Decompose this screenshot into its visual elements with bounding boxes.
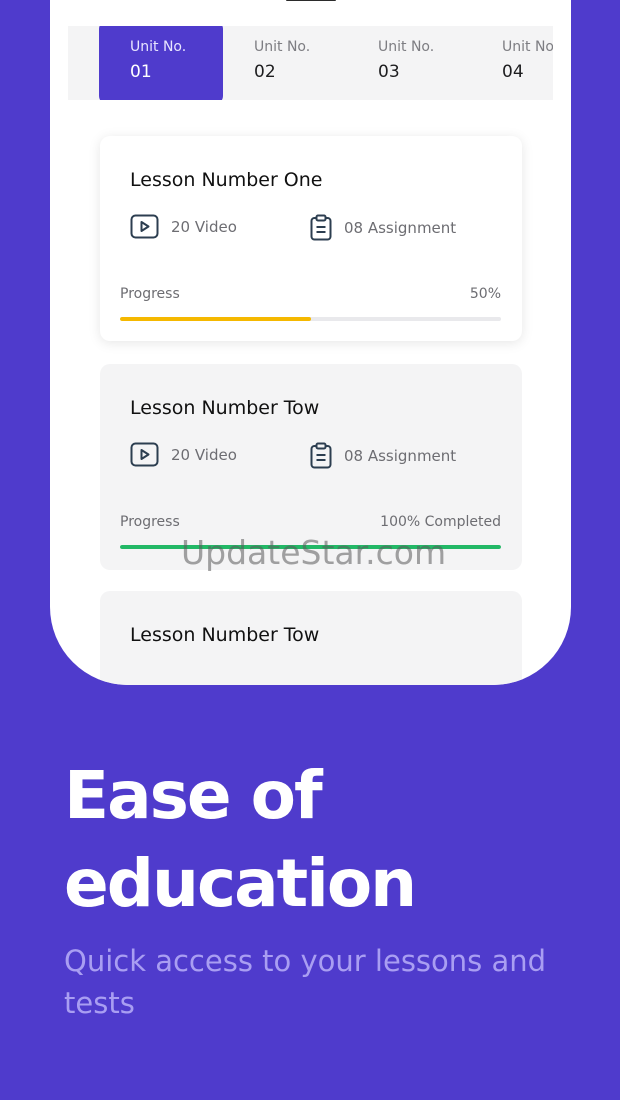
tab-unit-02[interactable]: Unit No. 02 <box>223 26 347 100</box>
unit-label: Unit No. <box>378 39 435 55</box>
promo-headline: Ease of education <box>64 752 417 928</box>
play-video-icon <box>130 214 159 239</box>
headline-line-2: education <box>64 845 417 922</box>
video-count: 20 Video <box>130 214 237 239</box>
assignment-count-text: 08 Assignment <box>344 446 457 465</box>
unit-number: 04 <box>502 62 524 82</box>
unit-number: 03 <box>378 62 400 82</box>
promo-subtitle: Quick access to your lessons and tests <box>64 944 547 1020</box>
watermark: UpdateStar.com <box>181 533 447 572</box>
unit-label: Unit No. <box>130 39 187 55</box>
progress-label: Progress <box>120 514 180 530</box>
assignment-count: 08 Assignment <box>310 442 456 469</box>
lesson-card-one[interactable]: Lesson Number One 20 Video 08 Assignment… <box>100 136 522 341</box>
unit-label: Unit No. <box>254 39 311 55</box>
clipboard-icon <box>310 442 332 469</box>
assignment-count-text: 08 Assignment <box>344 218 457 237</box>
progress-fill <box>120 317 311 321</box>
phone-mockup: Unit No. 01 Unit No. 02 Unit No. 03 Unit… <box>50 0 571 685</box>
progress-value: 100% Completed <box>380 514 501 530</box>
unit-label: Unit No. <box>502 39 553 55</box>
lesson-title: Lesson Number One <box>130 169 323 191</box>
headline-line-1: Ease of <box>64 757 323 834</box>
progress-value: 50% <box>469 286 501 302</box>
progress-track <box>120 317 501 321</box>
assignment-count: 08 Assignment <box>310 214 456 241</box>
unit-number: 01 <box>130 62 152 82</box>
video-count-text: 20 Video <box>171 217 237 236</box>
lesson-title: Lesson Number Tow <box>130 624 320 646</box>
top-handle-bar <box>286 0 336 1</box>
tab-unit-01[interactable]: Unit No. 01 <box>99 26 223 100</box>
unit-tabs: Unit No. 01 Unit No. 02 Unit No. 03 Unit… <box>68 26 553 100</box>
video-count-text: 20 Video <box>171 445 237 464</box>
play-video-icon <box>130 442 159 467</box>
unit-number: 02 <box>254 62 276 82</box>
lesson-title: Lesson Number Tow <box>130 397 320 419</box>
tab-unit-03[interactable]: Unit No. 03 <box>347 26 471 100</box>
progress-label: Progress <box>120 286 180 302</box>
tab-unit-04[interactable]: Unit No. 04 <box>471 26 553 100</box>
clipboard-icon <box>310 214 332 241</box>
lesson-card-three[interactable]: Lesson Number Tow <box>100 591 522 685</box>
video-count: 20 Video <box>130 442 237 467</box>
